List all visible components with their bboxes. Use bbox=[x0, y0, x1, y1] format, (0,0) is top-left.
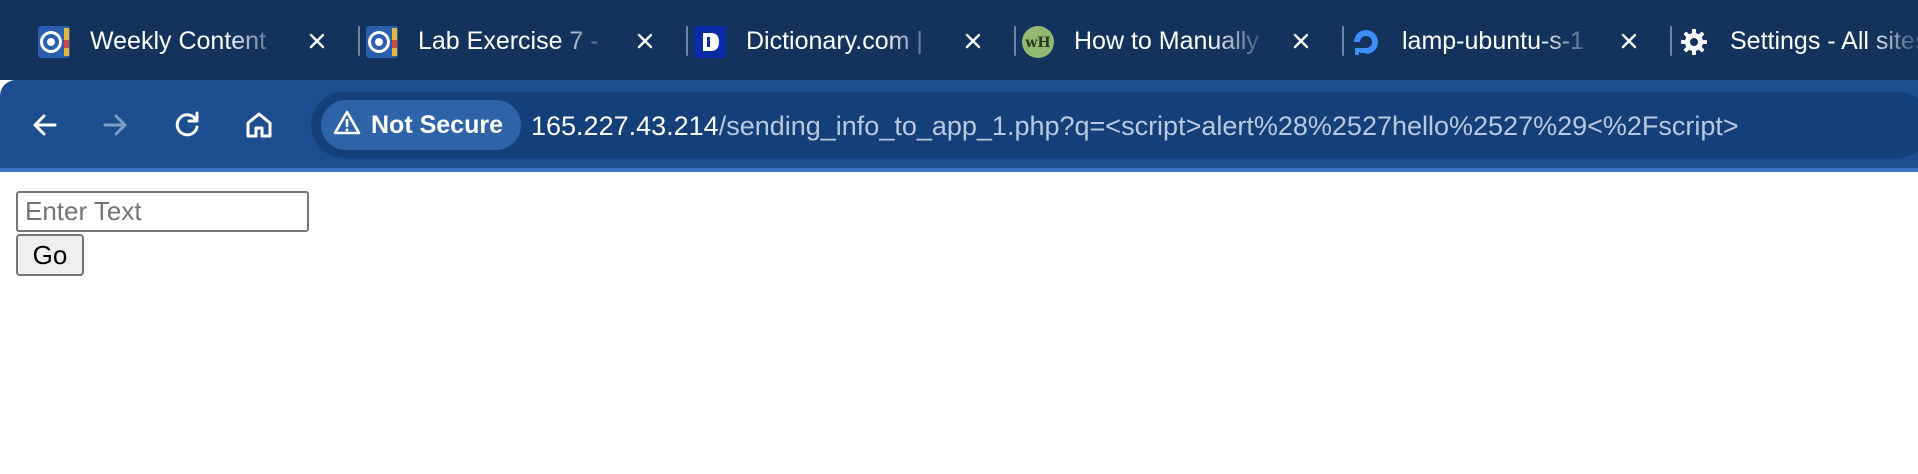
security-chip[interactable]: Not Secure bbox=[321, 100, 521, 150]
back-arrow-icon[interactable] bbox=[22, 102, 68, 148]
gear-icon bbox=[1678, 26, 1710, 58]
tab-weekly-content[interactable]: Weekly Content bbox=[20, 16, 360, 66]
tab-title: Dictionary.com | bbox=[746, 27, 923, 55]
close-icon[interactable] bbox=[631, 27, 659, 55]
warning-triangle-icon bbox=[333, 110, 361, 141]
tab-lab-exercise[interactable]: Lab Exercise 7 - bbox=[348, 16, 688, 66]
wikihow-logo-icon: wH bbox=[1022, 26, 1054, 58]
security-label: Not Secure bbox=[371, 110, 503, 139]
close-icon[interactable] bbox=[1287, 27, 1315, 55]
home-icon[interactable] bbox=[236, 102, 282, 148]
text-input[interactable] bbox=[16, 191, 309, 232]
reload-icon[interactable] bbox=[164, 102, 210, 148]
url-text[interactable]: 165.227.43.214/sending_info_to_app_1.php… bbox=[531, 110, 1739, 142]
tab-settings[interactable]: Settings - All sites bbox=[1660, 16, 1918, 66]
url-host: 165.227.43.214 bbox=[531, 111, 719, 141]
georgetown-seal-icon bbox=[38, 26, 70, 58]
close-icon[interactable] bbox=[959, 27, 987, 55]
tab-title: lamp-ubuntu-s-1 bbox=[1402, 27, 1585, 55]
dictionary-logo-icon bbox=[694, 26, 726, 58]
go-button[interactable]: Go bbox=[16, 234, 84, 276]
close-icon[interactable] bbox=[303, 27, 331, 55]
tab-dictionary[interactable]: Dictionary.com | bbox=[676, 16, 1016, 66]
forward-arrow-icon[interactable] bbox=[92, 102, 138, 148]
georgetown-seal-icon bbox=[366, 26, 398, 58]
tab-how-to-manually[interactable]: wH How to Manually bbox=[1004, 16, 1344, 66]
digitalocean-logo-icon bbox=[1350, 26, 1382, 58]
address-bar[interactable]: Not Secure 165.227.43.214/sending_info_t… bbox=[311, 92, 1918, 158]
page-content: Go bbox=[0, 172, 1918, 474]
url-path: /sending_info_to_app_1.php?q=<script>ale… bbox=[718, 111, 1739, 141]
tab-title: Settings - All sites bbox=[1730, 27, 1918, 55]
browser-toolbar: Not Secure 165.227.43.214/sending_info_t… bbox=[0, 80, 1918, 172]
tab-lamp-ubuntu[interactable]: lamp-ubuntu-s-1 bbox=[1332, 16, 1672, 66]
tab-title: Lab Exercise 7 - bbox=[418, 27, 599, 55]
tab-title: Weekly Content bbox=[90, 27, 267, 55]
tab-strip: Weekly Content Lab Exercise 7 - Dictiona… bbox=[0, 0, 1918, 80]
tab-title: How to Manually bbox=[1074, 27, 1259, 55]
favicon-text: wH bbox=[1024, 35, 1050, 51]
close-icon[interactable] bbox=[1615, 27, 1643, 55]
